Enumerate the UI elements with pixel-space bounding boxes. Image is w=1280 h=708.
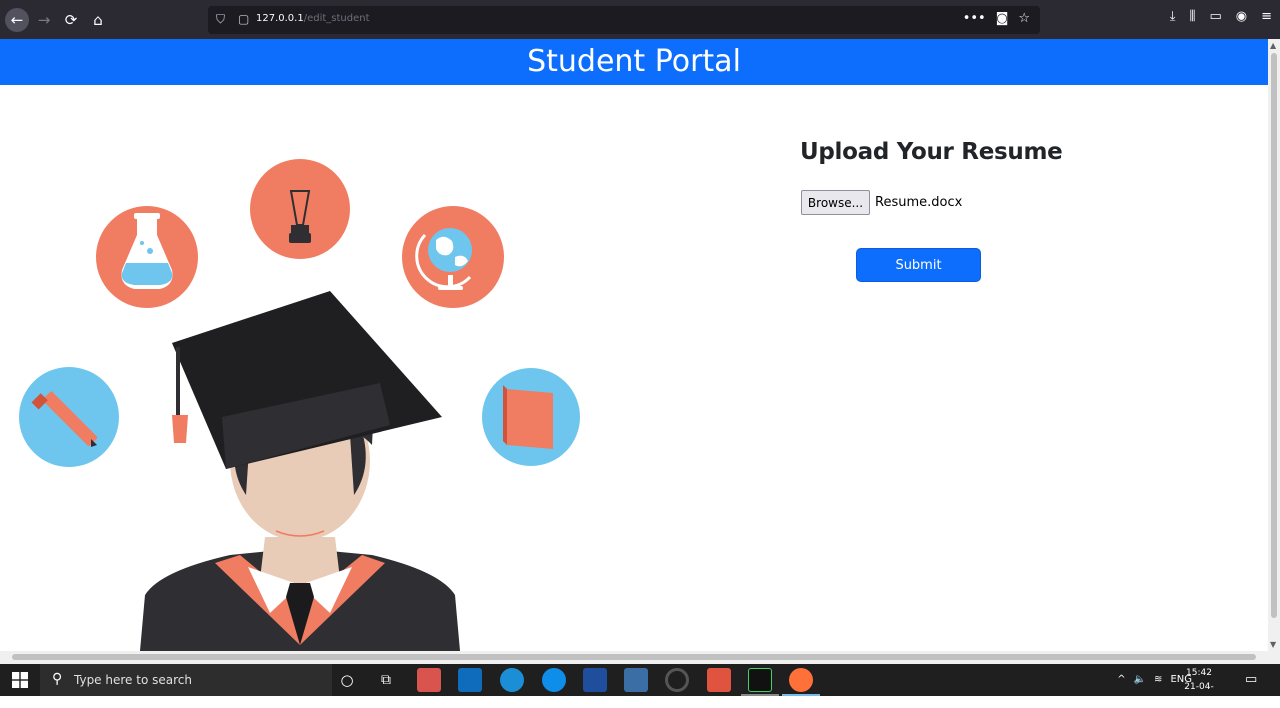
downloads-icon[interactable]: ⤓ (1170, 9, 1176, 24)
clock-date: 21-04-2021 (1184, 682, 1214, 706)
submit-button[interactable]: Submit (856, 248, 981, 282)
page-title: Student Portal (0, 39, 1268, 85)
url-host: 127.0.0.1 (256, 13, 304, 24)
graduate-illustration (19, 159, 580, 651)
bookmark-star-icon[interactable]: ☆ (1018, 11, 1030, 26)
pocket-icon[interactable]: ◙ (996, 11, 1009, 26)
firefox-app-icon[interactable] (789, 668, 813, 692)
url-text[interactable]: 127.0.0.1/edit_student (256, 13, 370, 24)
teamviewer-icon[interactable] (542, 668, 566, 692)
browser-toolbar: ← → ⟳ ⌂ ⛉ ▢ 127.0.0.1/edit_student ••• ◙… (0, 0, 1280, 39)
vscode-app-icon[interactable] (583, 668, 607, 692)
url-actions: ••• ◙ ☆ (963, 11, 1030, 26)
mail-app-icon[interactable] (458, 668, 482, 692)
hamburger-menu-icon[interactable]: ≡ (1261, 9, 1272, 24)
upload-heading: Upload Your Resume (800, 139, 1063, 165)
taskbar-search-box[interactable]: ⚲ Type here to search (40, 664, 332, 696)
reload-button-icon[interactable]: ⟳ (59, 8, 83, 32)
toolbar-right: ⤓ ⫼ ▭ ◉ ≡ (1170, 9, 1272, 24)
url-path: /edit_student (303, 13, 370, 24)
charts-app-icon[interactable] (707, 668, 731, 692)
photos-app-icon[interactable] (417, 668, 441, 692)
volume-icon[interactable]: 🔈 (1134, 674, 1146, 685)
forward-button-icon[interactable]: → (32, 8, 56, 32)
vertical-scroll-thumb[interactable] (1271, 53, 1277, 618)
search-icon: ⚲ (52, 671, 63, 687)
tracking-shield-icon[interactable]: ⛉ (216, 12, 225, 27)
url-bar[interactable]: ⛉ ▢ 127.0.0.1/edit_student ••• ◙ ☆ (208, 6, 1040, 34)
windows-taskbar: ⚲ Type here to search ○ ⧉ ^ 🔈 ≋ ENG 15:4… (0, 664, 1280, 706)
search-placeholder: Type here to search (74, 673, 192, 687)
notification-center-icon[interactable]: ▭ (1245, 672, 1257, 687)
vertical-scrollbar[interactable]: ▲ ▼ (1268, 39, 1280, 651)
pycharm-app-icon[interactable] (748, 668, 772, 692)
task-view-icon[interactable]: ⧉ (374, 668, 398, 692)
network-icon[interactable]: ≋ (1154, 674, 1162, 685)
sidebar-icon[interactable]: ▭ (1209, 9, 1221, 24)
lightbulb-icon (250, 159, 350, 259)
horizontal-scroll-thumb[interactable] (12, 654, 1256, 660)
tray-chevron-icon[interactable]: ^ (1117, 674, 1125, 685)
horizontal-scrollbar[interactable] (0, 651, 1280, 664)
edge-browser-icon[interactable] (500, 668, 524, 692)
flask-icon (96, 206, 198, 308)
account-icon[interactable]: ◉ (1236, 9, 1247, 24)
clock-time: 15:42 (1186, 668, 1212, 678)
loading-app-icon[interactable] (665, 668, 689, 692)
back-button-icon[interactable]: ← (5, 8, 29, 32)
pencil-icon (19, 367, 119, 467)
scroll-down-arrow-icon[interactable]: ▼ (1270, 640, 1276, 649)
file-input[interactable]: Browse... Resume.docx (801, 190, 962, 215)
page-actions-icon[interactable]: ••• (963, 11, 986, 26)
upload-form: Upload Your Resume Browse... Resume.docx… (800, 139, 1140, 282)
home-button-icon[interactable]: ⌂ (86, 8, 110, 32)
page-info-icon[interactable]: ▢ (238, 12, 249, 26)
scroll-up-arrow-icon[interactable]: ▲ (1270, 41, 1276, 50)
mortarboard-cap (172, 291, 442, 469)
library-icon[interactable]: ⫼ (1189, 9, 1195, 24)
cortana-icon[interactable]: ○ (335, 668, 359, 692)
book-icon (482, 368, 580, 466)
browse-button[interactable]: Browse... (801, 190, 870, 215)
taskbar-clock[interactable]: 15:42 21-04-2021 (1178, 666, 1220, 708)
page-viewport: Student Portal Upload Your Resume Browse… (0, 39, 1268, 651)
snipping-tool-icon[interactable] (624, 668, 648, 692)
selected-file-name: Resume.docx (875, 195, 963, 210)
globe-icon (402, 206, 504, 308)
windows-start-icon[interactable] (12, 672, 28, 688)
